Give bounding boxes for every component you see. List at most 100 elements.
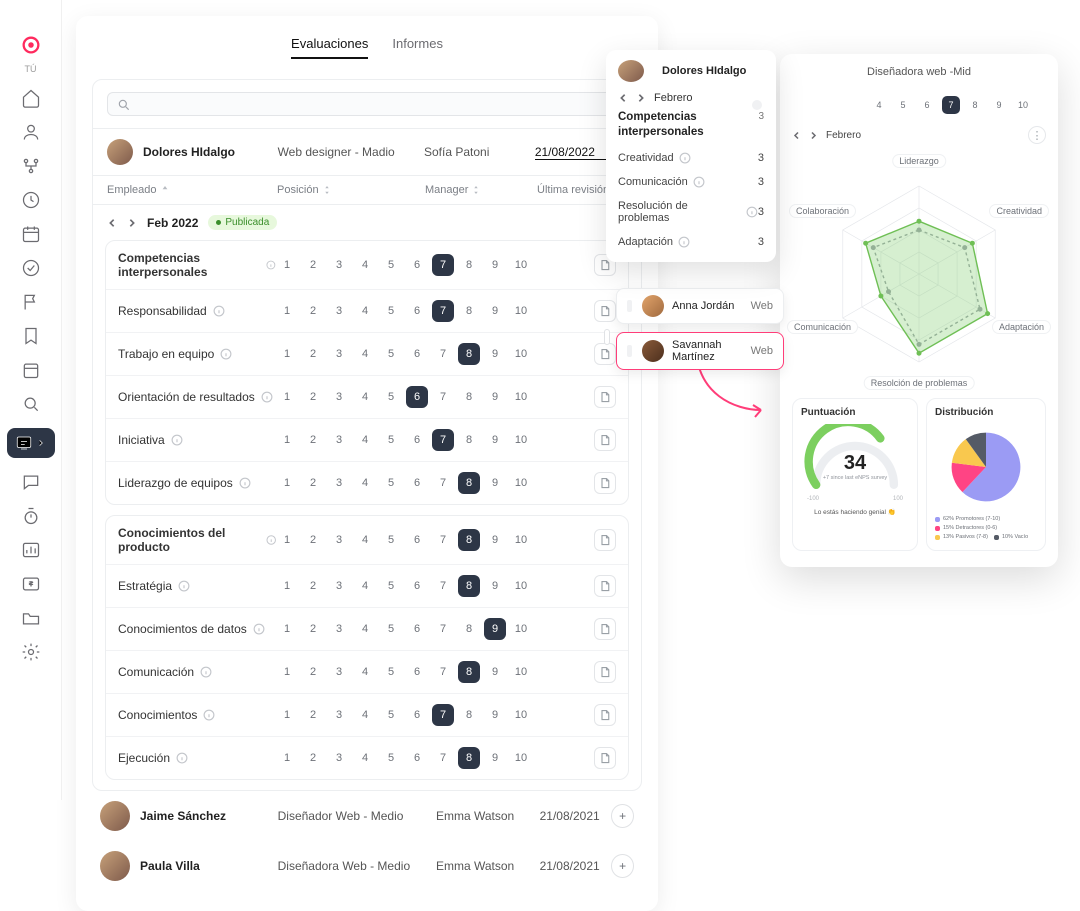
rating-6[interactable]: 6	[406, 529, 428, 551]
rating-4[interactable]: 4	[354, 300, 376, 322]
rating-9[interactable]: 9	[484, 472, 506, 494]
rating-5[interactable]: 5	[380, 386, 402, 408]
note-icon[interactable]	[594, 704, 616, 726]
rating-8[interactable]: 8	[458, 472, 480, 494]
rating-4[interactable]: 4	[354, 575, 376, 597]
expand-button[interactable]: +	[611, 854, 634, 878]
calendar-alt-icon[interactable]	[21, 224, 41, 244]
rating-2[interactable]: 2	[302, 618, 324, 640]
note-icon[interactable]	[594, 472, 616, 494]
rating-7[interactable]: 7	[432, 704, 454, 726]
rating-4[interactable]: 4	[354, 429, 376, 451]
flag-icon[interactable]	[21, 292, 41, 312]
rating-7[interactable]: 7	[432, 429, 454, 451]
rating-3[interactable]: 3	[328, 429, 350, 451]
scale-10[interactable]: 10	[1014, 96, 1032, 114]
chevron-left-icon[interactable]	[792, 131, 801, 140]
rating-6[interactable]: 6	[406, 575, 428, 597]
rating-8[interactable]: 8	[458, 704, 480, 726]
rating-3[interactable]: 3	[328, 343, 350, 365]
rating-4[interactable]: 4	[354, 661, 376, 683]
rating-5[interactable]: 5	[380, 254, 402, 276]
rating-5[interactable]: 5	[380, 472, 402, 494]
rating-9[interactable]: 9	[484, 343, 506, 365]
rating-8[interactable]: 8	[458, 254, 480, 276]
scale-8[interactable]: 8	[966, 96, 984, 114]
rating-1[interactable]: 1	[276, 661, 298, 683]
rating-1[interactable]: 1	[276, 747, 298, 769]
nav-reviews-active[interactable]	[7, 428, 55, 458]
rating-6[interactable]: 6	[406, 300, 428, 322]
note-icon[interactable]	[594, 386, 616, 408]
rating-8[interactable]: 8	[458, 575, 480, 597]
rating-1[interactable]: 1	[276, 575, 298, 597]
rating-5[interactable]: 5	[380, 661, 402, 683]
note-icon[interactable]	[594, 429, 616, 451]
col-position[interactable]: Posición	[277, 184, 425, 196]
rating-7[interactable]: 7	[432, 343, 454, 365]
gear-icon[interactable]	[21, 642, 41, 662]
chevron-right-icon[interactable]	[636, 93, 646, 103]
search-icon[interactable]	[21, 394, 41, 414]
chevron-left-icon[interactable]	[107, 218, 117, 228]
rating-7[interactable]: 7	[432, 661, 454, 683]
rating-9[interactable]: 9	[484, 618, 506, 640]
rating-8[interactable]: 8	[458, 429, 480, 451]
chart-icon[interactable]	[21, 540, 41, 560]
rating-7[interactable]: 7	[432, 472, 454, 494]
rating-6[interactable]: 6	[406, 618, 428, 640]
rating-1[interactable]: 1	[276, 429, 298, 451]
rating-9[interactable]: 9	[484, 529, 506, 551]
rating-2[interactable]: 2	[302, 747, 324, 769]
scale-4[interactable]: 4	[870, 96, 888, 114]
rating-10[interactable]: 10	[510, 575, 532, 597]
chevron-right-icon[interactable]	[127, 218, 137, 228]
rating-9[interactable]: 9	[484, 661, 506, 683]
money-icon[interactable]	[21, 574, 41, 594]
rating-10[interactable]: 10	[510, 529, 532, 551]
scale-9[interactable]: 9	[990, 96, 1008, 114]
employee-chip[interactable]: Anna Jordán Web	[616, 288, 784, 324]
rating-3[interactable]: 3	[328, 386, 350, 408]
employee-row[interactable]: Paula VillaDiseñadora Web - MedioEmma Wa…	[76, 841, 658, 891]
rating-8[interactable]: 8	[458, 386, 480, 408]
rating-2[interactable]: 2	[302, 472, 324, 494]
col-manager[interactable]: Manager	[425, 184, 537, 196]
note-icon[interactable]	[594, 747, 616, 769]
check-circle-icon[interactable]	[21, 258, 41, 278]
user-icon[interactable]	[21, 122, 41, 142]
search-input[interactable]	[107, 92, 627, 116]
rating-8[interactable]: 8	[458, 529, 480, 551]
more-icon[interactable]: ⋮	[1028, 126, 1046, 144]
rating-7[interactable]: 7	[432, 529, 454, 551]
rating-6[interactable]: 6	[406, 254, 428, 276]
rating-9[interactable]: 9	[484, 300, 506, 322]
bookmark-icon[interactable]	[21, 326, 41, 346]
rating-3[interactable]: 3	[328, 529, 350, 551]
rating-6[interactable]: 6	[406, 386, 428, 408]
rating-4[interactable]: 4	[354, 386, 376, 408]
rating-1[interactable]: 1	[276, 386, 298, 408]
folder-icon[interactable]	[21, 608, 41, 628]
rating-9[interactable]: 9	[484, 704, 506, 726]
rating-4[interactable]: 4	[354, 472, 376, 494]
rating-4[interactable]: 4	[354, 618, 376, 640]
rating-6[interactable]: 6	[406, 661, 428, 683]
rating-1[interactable]: 1	[276, 704, 298, 726]
rating-9[interactable]: 9	[484, 575, 506, 597]
rating-4[interactable]: 4	[354, 529, 376, 551]
rating-9[interactable]: 9	[484, 386, 506, 408]
rating-7[interactable]: 7	[432, 300, 454, 322]
rating-5[interactable]: 5	[380, 300, 402, 322]
rating-10[interactable]: 10	[510, 747, 532, 769]
note-icon[interactable]	[594, 529, 616, 551]
rating-6[interactable]: 6	[406, 343, 428, 365]
chat-icon[interactable]	[21, 472, 41, 492]
timer-icon[interactable]	[21, 506, 41, 526]
note-icon[interactable]	[594, 343, 616, 365]
note-icon[interactable]	[594, 661, 616, 683]
rating-7[interactable]: 7	[432, 747, 454, 769]
rating-8[interactable]: 8	[458, 661, 480, 683]
rating-8[interactable]: 8	[458, 343, 480, 365]
rating-1[interactable]: 1	[276, 300, 298, 322]
